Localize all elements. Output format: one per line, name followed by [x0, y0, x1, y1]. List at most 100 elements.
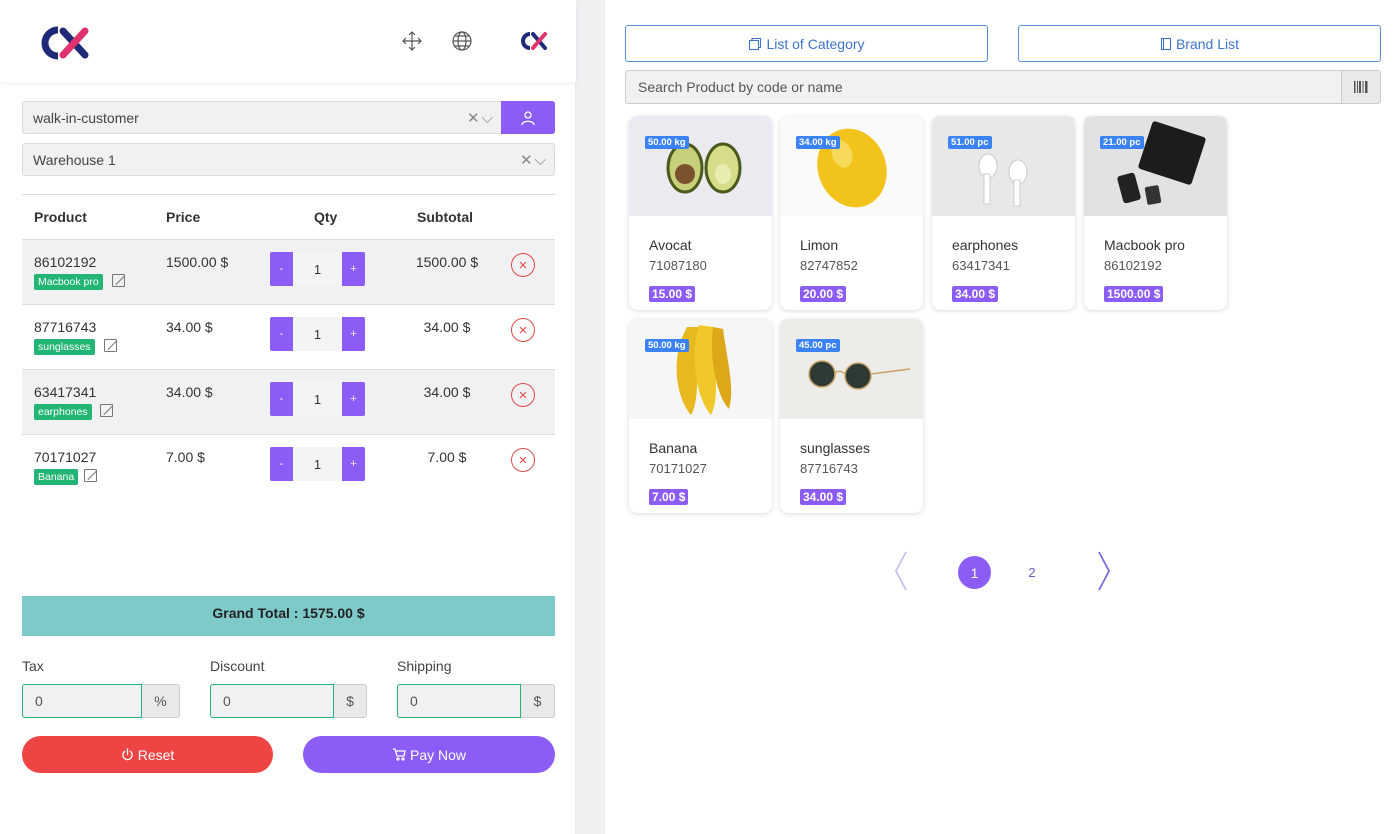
decrease-qty-button[interactable]: -: [270, 317, 293, 351]
product-price-badge: 34.00 $: [800, 489, 847, 505]
shipping-suffix: $: [521, 684, 555, 718]
chevron-down-icon[interactable]: ⌵: [535, 152, 548, 169]
product-price: 34.00 $: [166, 384, 213, 400]
product-code: 87716743: [34, 319, 97, 335]
chevron-left-icon[interactable]: [893, 550, 909, 592]
book-icon: [1160, 37, 1172, 50]
remove-item-icon[interactable]: ×: [511, 253, 535, 277]
product-name: Banana: [649, 440, 698, 456]
table-row: 70171027 Banana 7.00 $ - 1 + 7.00 $ ×: [22, 435, 555, 500]
tax-input[interactable]: 0: [22, 684, 142, 718]
remove-item-icon[interactable]: ×: [511, 383, 535, 407]
product-code: 71087180: [649, 258, 707, 273]
pay-now-button-label: Pay Now: [409, 746, 467, 763]
row-subtotal: 1500.00 $: [415, 254, 479, 270]
clear-icon[interactable]: ✕: [467, 110, 482, 127]
increase-qty-button[interactable]: +: [342, 317, 365, 351]
qty-input[interactable]: 1: [293, 447, 342, 481]
product-name-tag: sunglasses: [34, 339, 95, 355]
product-card[interactable]: 51.00 pc earphones 63417341 34.00 $: [932, 116, 1075, 310]
product-card[interactable]: 34.00 kg Limon 82747852 20.00 $: [780, 116, 923, 310]
product-catalog-panel: List of Category Brand List Search Produ…: [605, 0, 1398, 834]
globe-icon[interactable]: [451, 30, 473, 52]
increase-qty-button[interactable]: +: [342, 447, 365, 481]
discount-label: Discount: [210, 658, 265, 674]
pay-now-button[interactable]: Pay Now: [303, 736, 555, 773]
edit-icon[interactable]: [100, 404, 113, 417]
table-row: 87716743 sunglasses 34.00 $ - 1 + 34.00 …: [22, 305, 555, 370]
discount-input[interactable]: 0: [210, 684, 334, 718]
header-price: Price: [166, 209, 201, 225]
brand-list-label: Brand List: [1175, 35, 1240, 52]
decrease-qty-button[interactable]: -: [270, 252, 293, 286]
decrease-qty-button[interactable]: -: [270, 447, 293, 481]
remove-item-icon[interactable]: ×: [511, 448, 535, 472]
product-card[interactable]: 45.00 pc sunglasses 87716743 34.00 $: [780, 319, 923, 513]
chevron-right-icon[interactable]: [1096, 550, 1112, 592]
top-bar: [0, 0, 576, 82]
app-logo[interactable]: [36, 24, 92, 62]
page-1-button[interactable]: 1: [958, 556, 991, 589]
edit-icon[interactable]: [84, 469, 97, 482]
product-code: 70171027: [34, 449, 97, 465]
row-subtotal: 34.00 $: [423, 384, 471, 400]
product-name: Avocat: [649, 237, 692, 253]
increase-qty-button[interactable]: +: [342, 382, 365, 416]
user-icon: [521, 110, 535, 125]
product-card[interactable]: 21.00 pc Macbook pro 86102192 1500.00 $: [1084, 116, 1227, 310]
product-code: 86102192: [1104, 258, 1162, 273]
decrease-qty-button[interactable]: -: [270, 382, 293, 416]
product-card[interactable]: 50.00 kg Banana 70171027 7.00 $: [629, 319, 772, 513]
chevron-down-icon[interactable]: ⌵: [482, 110, 495, 127]
brand-list-button[interactable]: Brand List: [1018, 25, 1381, 62]
remove-item-icon[interactable]: ×: [511, 318, 535, 342]
clear-icon[interactable]: ✕: [520, 152, 535, 169]
edit-icon[interactable]: [104, 339, 117, 352]
list-of-category-button[interactable]: List of Category: [625, 25, 988, 62]
product-name: Macbook pro: [1104, 237, 1185, 253]
shipping-input[interactable]: 0: [397, 684, 521, 718]
row-subtotal: 7.00 $: [427, 449, 467, 465]
table-row: 63417341 earphones 34.00 $ - 1 + 34.00 $…: [22, 370, 555, 435]
product-code: 70171027: [649, 461, 707, 476]
stock-badge: 21.00 pc: [1100, 136, 1144, 149]
product-card[interactable]: 50.00 kg Avocat 71087180 15.00 $: [629, 116, 772, 310]
product-code: 86102192: [34, 254, 97, 270]
product-price: 7.00 $: [166, 449, 205, 465]
barcode-scan-button[interactable]: [1341, 70, 1381, 104]
stock-badge: 50.00 kg: [645, 339, 689, 352]
product-price-badge: 15.00 $: [649, 286, 696, 302]
stock-badge: 51.00 pc: [948, 136, 992, 149]
page-2-button[interactable]: 2: [1020, 556, 1044, 589]
product-image-laptop: 21.00 pc: [1084, 116, 1227, 216]
reset-button[interactable]: Reset: [22, 736, 273, 773]
qty-input[interactable]: 1: [293, 317, 342, 351]
product-name-tag: Banana: [34, 469, 79, 485]
product-search-input[interactable]: Search Product by code or name: [625, 70, 1342, 104]
product-price: 1500.00 $: [166, 254, 229, 270]
product-image-avocado: 50.00 kg: [629, 116, 772, 216]
fullscreen-icon[interactable]: [401, 30, 423, 52]
header-subtotal: Subtotal: [417, 209, 473, 225]
power-icon: [121, 748, 133, 761]
stock-badge: 45.00 pc: [796, 339, 840, 352]
product-image-lemon: 34.00 kg: [780, 116, 923, 216]
reset-button-label: Reset: [137, 746, 175, 763]
grand-total: Grand Total : 1575.00 $: [22, 596, 555, 636]
add-customer-button[interactable]: [501, 101, 555, 134]
list-of-category-label: List of Category: [766, 35, 865, 52]
qty-input[interactable]: 1: [293, 382, 342, 416]
product-price-badge: 1500.00 $: [1104, 286, 1164, 302]
product-image-banana: 50.00 kg: [629, 319, 772, 419]
tax-suffix: %: [142, 684, 180, 718]
warehouse-select[interactable]: Warehouse 1 ✕⌵: [22, 143, 555, 176]
customer-select[interactable]: walk-in-customer ✕⌵: [22, 101, 502, 134]
product-name: Limon: [800, 237, 839, 253]
increase-qty-button[interactable]: +: [342, 252, 365, 286]
product-name: earphones: [952, 237, 1019, 253]
product-price-badge: 34.00 $: [952, 286, 999, 302]
user-avatar-logo[interactable]: [518, 30, 548, 52]
table-row: 86102192 Macbook pro 1500.00 $ - 1 + 150…: [22, 240, 555, 305]
edit-icon[interactable]: [112, 274, 125, 287]
qty-input[interactable]: 1: [293, 252, 342, 286]
